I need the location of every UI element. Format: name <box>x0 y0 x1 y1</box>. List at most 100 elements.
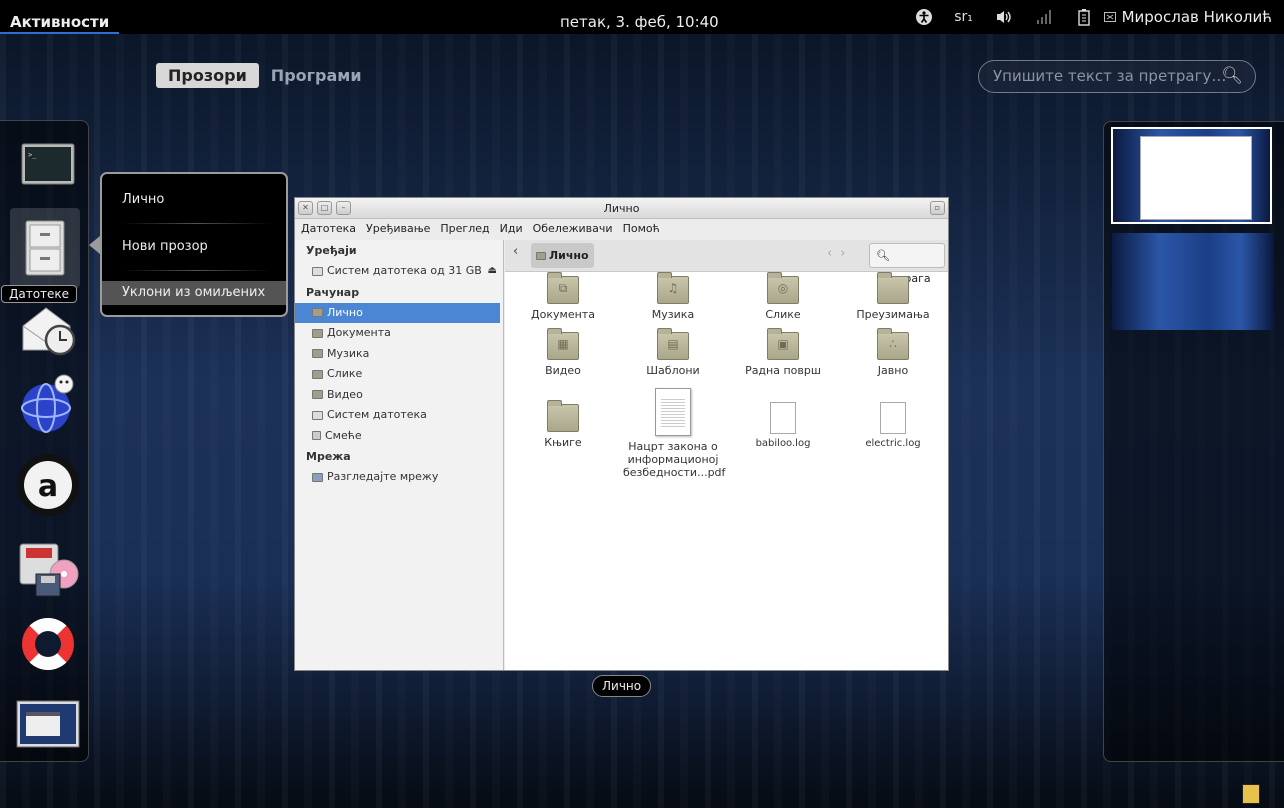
keyboard-layout-indicator[interactable]: sr₁ <box>944 0 984 34</box>
menu-item-personal[interactable]: Лично <box>102 188 286 212</box>
file-name: Видео <box>545 364 581 377</box>
folder-item[interactable]: ♫ Музика <box>623 272 723 321</box>
volume-icon[interactable] <box>984 0 1024 34</box>
menu-item-remove-favorite[interactable]: Уклони из омиљених <box>102 281 286 305</box>
dash-item-mail-scheduler[interactable] <box>8 290 88 370</box>
sidebar-item-label: Музика <box>327 346 370 360</box>
breadcrumb[interactable]: Лично <box>531 243 594 268</box>
menu-item-new-window[interactable]: Нови прозор <box>102 235 286 259</box>
file-name: Преузимања <box>856 308 930 321</box>
history-arrows[interactable]: ‹› <box>827 246 853 261</box>
window-title: Лично <box>603 202 640 215</box>
folder-icon <box>547 400 579 432</box>
workspace-window-thumbnail[interactable] <box>1140 136 1252 220</box>
message-tray-icon[interactable] <box>1242 784 1260 804</box>
sidebar-header-computer: Рачунар <box>306 285 360 299</box>
sidebar-item-trash[interactable]: Смеће <box>295 426 503 447</box>
dash-item-help[interactable] <box>8 604 88 684</box>
restore-icon[interactable]: ▫ <box>930 201 945 215</box>
folder-icon: ∴ <box>877 328 909 360</box>
sidebar-item-personal[interactable]: Лично <box>295 302 500 323</box>
menu-bookmarks[interactable]: Обележивачи <box>533 219 613 239</box>
dash-item-terminal[interactable]: >_ <box>8 124 88 204</box>
folder-icon: ▤ <box>657 328 689 360</box>
top-bar: Активности петак, 3. феб, 10:40 sr₁ Миро… <box>0 0 1284 34</box>
user-menu[interactable]: Мирослав Николић <box>1103 0 1284 34</box>
clock[interactable]: петак, 3. феб, 10:40 <box>560 0 719 34</box>
dash-item-browser[interactable] <box>8 362 88 442</box>
folder-item[interactable]: ∴ Јавно <box>843 328 943 377</box>
minimize-icon[interactable]: – <box>336 201 351 215</box>
file-cabinet-icon <box>25 220 65 276</box>
system-tray: sr₁ Мирослав Николић <box>904 0 1284 34</box>
dash-item-backup[interactable] <box>8 526 88 606</box>
menu-view[interactable]: Преглед <box>440 219 489 239</box>
dash-item-software-center[interactable]: a <box>8 445 88 525</box>
folder-icon: ⧉ <box>547 272 579 304</box>
folder-icon <box>312 369 323 379</box>
activities-button[interactable]: Активности <box>0 0 120 34</box>
menu-go[interactable]: Иди <box>500 219 523 239</box>
accessibility-icon[interactable] <box>904 0 944 34</box>
mail-clock-icon <box>22 307 76 356</box>
trash-icon <box>312 431 321 441</box>
search-placeholder: Упишите текст за претрагу… <box>993 67 1227 85</box>
file-manager-window[interactable]: ✕ □ – Лично ▫ Датотека Уређивање Преглед… <box>294 197 949 671</box>
browser-globe-icon <box>21 374 74 433</box>
sidebar-item-filesystem-31gb[interactable]: Систем датотека од 31 GB ⏏ <box>295 261 503 282</box>
file-name: Књиге <box>544 436 582 449</box>
sidebar-item-filesystem[interactable]: Систем датотека <box>295 405 503 426</box>
folder-item[interactable]: ▣ Радна површ <box>733 328 833 377</box>
folder-icon <box>877 272 909 304</box>
sidebar-item-music[interactable]: Музика <box>295 344 503 365</box>
sidebar-header-network: Мрежа <box>306 450 351 463</box>
user-name: Мирослав Николић <box>1121 8 1272 26</box>
text-file-icon <box>770 402 796 434</box>
sidebar-item-documents[interactable]: Документа <box>295 323 503 344</box>
file-item[interactable]: electric.log <box>843 402 943 449</box>
folder-icon: ◎ <box>767 272 799 304</box>
pdf-document-icon <box>655 388 691 436</box>
file-item[interactable]: Нацрт закона о информационој безбедности… <box>623 388 725 479</box>
search-button[interactable]: 🔍︎ Претрага <box>869 243 945 285</box>
menu-file[interactable]: Датотека <box>301 219 356 239</box>
sidebar-item-videos[interactable]: Видео <box>295 385 503 406</box>
sidebar-item-browse-network[interactable]: Разгледајте мрежу <box>295 467 503 488</box>
folder-emblem: ▣ <box>777 337 789 351</box>
menu-edit[interactable]: Уређивање <box>366 219 430 239</box>
tab-windows[interactable]: Прозори <box>156 63 259 88</box>
folder-item[interactable]: Преузимања <box>843 272 943 321</box>
folder-item[interactable]: ▦ Видео <box>513 328 613 377</box>
menu-help[interactable]: Помоћ <box>623 219 660 239</box>
window-label: Лично <box>592 675 652 697</box>
folder-emblem: ◎ <box>777 281 789 295</box>
folder-item[interactable]: ⧉ Документа <box>513 272 613 321</box>
network-signal-icon[interactable] <box>1024 0 1064 34</box>
sidebar-item-pictures[interactable]: Слике <box>295 364 503 385</box>
chevron-left-icon[interactable]: ‹ <box>513 244 518 259</box>
window-titlebar[interactable]: ✕ □ – Лично ▫ <box>295 198 948 219</box>
eject-icon[interactable]: ⏏ <box>488 261 497 281</box>
maximize-icon[interactable]: □ <box>317 201 332 215</box>
search-input[interactable]: Упишите текст за претрагу… 🔍︎ <box>978 60 1256 93</box>
dash-context-menu: Лично Нови прозор Уклони из омиљених <box>100 172 288 317</box>
dash-item-files[interactable] <box>10 208 80 288</box>
folder-item[interactable]: ▤ Шаблони <box>623 328 723 377</box>
svg-text:a: a <box>38 469 58 504</box>
file-name: Музика <box>651 308 695 321</box>
dash-item-screenshot[interactable] <box>8 684 88 764</box>
file-name: Документа <box>531 308 595 321</box>
close-icon[interactable]: ✕ <box>298 201 313 215</box>
battery-icon[interactable] <box>1064 0 1104 34</box>
folder-item[interactable]: ◎ Слике <box>733 272 833 321</box>
folder-item[interactable]: Књиге <box>513 400 613 449</box>
backup-icon <box>19 543 79 597</box>
file-item[interactable]: babiloo.log <box>733 402 833 449</box>
workspace-2[interactable] <box>1112 233 1273 330</box>
sidebar-item-label: Видео <box>327 387 363 401</box>
workspace-1[interactable] <box>1111 127 1272 224</box>
view-selector: Прозори Програми <box>156 63 374 88</box>
terminal-icon: >_ <box>21 143 75 185</box>
svg-text:>_: >_ <box>28 151 37 159</box>
tab-applications[interactable]: Програми <box>259 63 374 88</box>
